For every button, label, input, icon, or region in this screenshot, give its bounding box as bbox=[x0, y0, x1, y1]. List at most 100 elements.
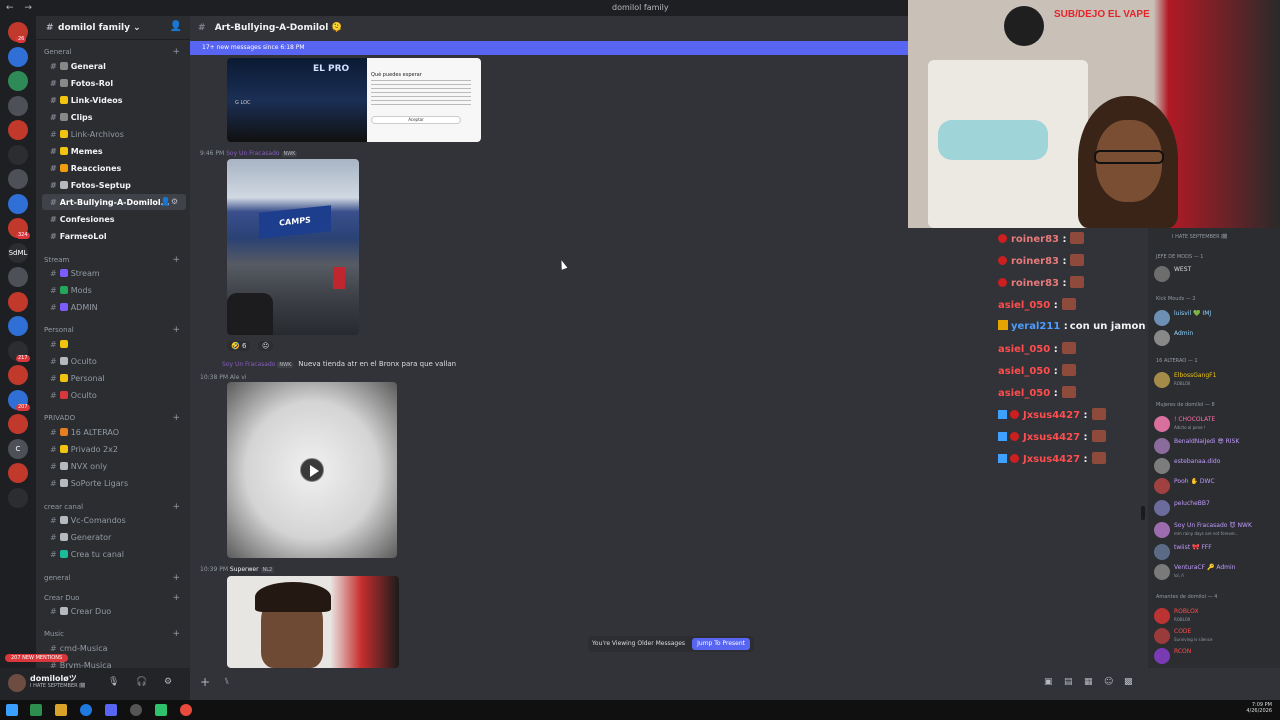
server-icon[interactable] bbox=[8, 169, 28, 189]
microphone-icon[interactable]: 🎙 bbox=[108, 677, 119, 687]
member-item[interactable]: Soy Un Fracasado 😈 NWK mm rainy days are … bbox=[1154, 520, 1278, 540]
channel-item[interactable]: # Link-Archivos bbox=[42, 126, 186, 142]
attachment-image-screenshot[interactable]: EL PRO G LOC Qué puedes esperar Aceptar bbox=[227, 58, 481, 142]
member-item[interactable]: estebanaa.dido bbox=[1154, 456, 1278, 476]
server-icon[interactable]: C bbox=[8, 438, 28, 459]
channel-settings-icon[interactable]: 👤⚙ bbox=[161, 197, 178, 206]
message-composer[interactable]: + ⑊ bbox=[190, 668, 908, 700]
add-channel-icon[interactable]: + bbox=[172, 255, 180, 265]
headphones-icon[interactable]: 🎧 bbox=[136, 677, 147, 687]
play-icon[interactable] bbox=[300, 458, 324, 482]
channel-item[interactable]: # Oculto bbox=[42, 387, 186, 403]
channel-item[interactable]: # Privado 2x2 bbox=[42, 441, 186, 457]
channel-item[interactable]: # Confesiones bbox=[42, 211, 186, 227]
apps-icon[interactable]: ▩ bbox=[1124, 677, 1133, 687]
new-messages-bar[interactable]: 17+ new messages since 6:18 PM bbox=[190, 41, 908, 55]
channel-item[interactable]: # FarmeoLol bbox=[42, 228, 186, 244]
member-item[interactable]: pelucheBB7 bbox=[1154, 498, 1278, 518]
nav-arrows[interactable]: ← → bbox=[6, 3, 36, 13]
chat-username[interactable]: roiner83 bbox=[1011, 256, 1059, 267]
message-author[interactable]: Superwer bbox=[230, 566, 259, 573]
channel-item[interactable]: # Personal bbox=[42, 370, 186, 386]
member-item[interactable]: BenaldNaiJedi 😎 RISK bbox=[1154, 436, 1278, 456]
edge-icon[interactable] bbox=[80, 704, 92, 716]
channel-item[interactable]: # SoPorte Ligars bbox=[42, 475, 186, 491]
member-item[interactable]: CODE Surviving is silence bbox=[1154, 626, 1278, 646]
channel-item[interactable]: # ADMIN bbox=[42, 299, 186, 315]
channel-item[interactable]: # Vc-Comandos bbox=[42, 512, 186, 528]
attachment-video[interactable] bbox=[227, 382, 397, 558]
category-header[interactable]: Stream + bbox=[44, 255, 184, 265]
chat-username[interactable]: Jxsus4427 bbox=[1023, 432, 1080, 443]
attachment-image-portrait[interactable] bbox=[227, 576, 399, 668]
folder-icon[interactable] bbox=[55, 704, 67, 716]
member-item[interactable]: WEST bbox=[1154, 264, 1278, 284]
server-icon[interactable] bbox=[8, 144, 28, 165]
server-icon[interactable] bbox=[8, 71, 28, 91]
discord-icon[interactable] bbox=[105, 704, 117, 716]
channel-item[interactable]: # Fotos-Rol bbox=[42, 75, 186, 91]
chat-username[interactable]: Jxsus4427 bbox=[1023, 410, 1080, 421]
chrome-icon[interactable] bbox=[180, 704, 192, 716]
channel-item[interactable]: # Reacciones bbox=[42, 160, 186, 176]
member-item[interactable]: twiist 🎀 FFF bbox=[1154, 542, 1278, 562]
add-channel-icon[interactable]: + bbox=[172, 325, 180, 335]
channel-item[interactable]: # Oculto bbox=[42, 353, 186, 369]
chat-username[interactable]: roiner83 bbox=[1011, 278, 1059, 289]
channel-item[interactable]: # NVX only bbox=[42, 458, 186, 474]
server-icon[interactable]: SdML bbox=[8, 242, 28, 263]
category-header[interactable]: Music + bbox=[44, 629, 184, 639]
app-icon[interactable] bbox=[30, 704, 42, 716]
member-item[interactable]: ElbossGangF1 ROBLOX bbox=[1154, 370, 1278, 390]
gear-icon[interactable]: ⚙ bbox=[164, 677, 172, 687]
add-channel-icon[interactable]: + bbox=[172, 47, 180, 57]
server-icon[interactable] bbox=[8, 463, 28, 483]
category-header[interactable]: Personal + bbox=[44, 325, 184, 335]
sticker-icon[interactable]: ▦ bbox=[1084, 677, 1093, 687]
channel-item[interactable]: # Memes bbox=[42, 143, 186, 159]
gift-icon[interactable]: ▣ bbox=[1044, 677, 1053, 687]
message-author[interactable]: Soy Un Fracasado bbox=[222, 361, 275, 368]
server-icon[interactable] bbox=[8, 193, 28, 214]
chat-username[interactable]: Jxsus4427 bbox=[1023, 454, 1080, 465]
server-icon[interactable] bbox=[8, 267, 28, 287]
server-icon[interactable] bbox=[8, 120, 28, 140]
chat-username[interactable]: roiner83 bbox=[1011, 234, 1059, 245]
server-icon[interactable] bbox=[8, 316, 28, 336]
channel-item[interactable]: # Clips bbox=[42, 109, 186, 125]
guild-header[interactable]: # domilol family ⌄ 👤 bbox=[36, 16, 190, 40]
channel-item[interactable]: # Crear Duo bbox=[42, 603, 186, 619]
chat-username[interactable]: asiel_050 bbox=[998, 344, 1050, 355]
jump-to-present-button[interactable]: Jump To Present bbox=[692, 638, 750, 650]
channel-item[interactable]: # Generator bbox=[42, 529, 186, 545]
add-attachment-icon[interactable]: + bbox=[200, 675, 210, 689]
composer-input-icon[interactable]: ⑊ bbox=[224, 677, 229, 687]
obs-icon[interactable] bbox=[130, 704, 142, 716]
gif-icon[interactable]: ▤ bbox=[1064, 677, 1073, 687]
server-icon[interactable] bbox=[8, 365, 28, 385]
member-item[interactable]: Pooh ✋ DWC bbox=[1154, 476, 1278, 496]
channel-item[interactable]: #16 ALTERAO bbox=[42, 424, 186, 440]
add-channel-icon[interactable]: + bbox=[172, 629, 180, 639]
add-user-icon[interactable]: 👤 bbox=[170, 21, 182, 32]
reaction-laugh[interactable]: 🤣 6 bbox=[227, 341, 251, 351]
channel-item[interactable]: # bbox=[42, 336, 186, 352]
scrollbar-thumb[interactable] bbox=[1141, 506, 1145, 520]
channel-item[interactable]: # Fotos-Septup bbox=[42, 177, 186, 193]
member-item[interactable]: luisvil 💚 IMJ bbox=[1154, 308, 1278, 328]
emoji-icon[interactable]: ☺ bbox=[1104, 677, 1113, 687]
chat-username[interactable]: yeral211 bbox=[1011, 321, 1060, 332]
category-header[interactable]: Crear Duo + bbox=[44, 593, 184, 603]
category-header[interactable]: General + bbox=[44, 47, 184, 57]
channel-item[interactable]: # General bbox=[42, 58, 186, 74]
channel-item[interactable]: # Link-Videos bbox=[42, 92, 186, 108]
kick-icon[interactable] bbox=[155, 704, 167, 716]
system-tray[interactable]: 7:09 PM 4/26/2026 bbox=[1246, 702, 1272, 714]
new-mentions-badge[interactable]: 207 NEW MENTIONS bbox=[5, 654, 69, 662]
channel-item[interactable]: # Stream bbox=[42, 265, 186, 281]
category-header[interactable]: PRIVADO + bbox=[44, 413, 184, 423]
channel-item[interactable]: # Art-Bullying-A-Domilol... 👤⚙ bbox=[42, 194, 186, 210]
chat-username[interactable]: asiel_050 bbox=[998, 366, 1050, 377]
message-author[interactable]: Soy Un Fracasado bbox=[226, 150, 279, 157]
avatar[interactable] bbox=[8, 674, 26, 692]
